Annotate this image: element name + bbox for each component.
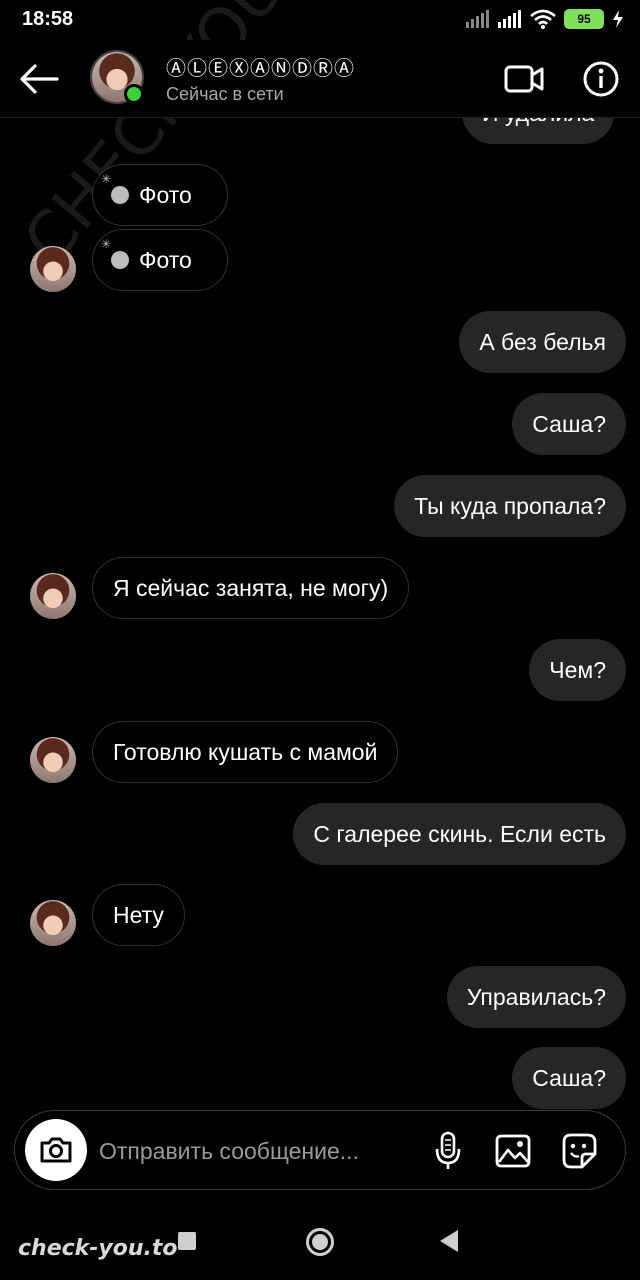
sticker-icon [562, 1133, 597, 1169]
signal-icon-2 [498, 10, 521, 28]
message-text: Саша? [532, 1064, 606, 1091]
microphone-button[interactable] [431, 1129, 465, 1173]
message-incoming-photo[interactable]: Фото [92, 229, 228, 291]
recent-apps-button[interactable] [178, 1232, 196, 1250]
message-text: Фото [139, 181, 192, 208]
home-button[interactable] [306, 1228, 334, 1256]
message-outgoing[interactable]: Ты куда пропала? [394, 475, 626, 537]
message-composer [14, 1110, 626, 1190]
message-text: Я сейчас занята, не могу) [113, 574, 389, 601]
sender-avatar[interactable] [30, 737, 76, 783]
wifi-icon [530, 9, 556, 29]
message-incoming[interactable]: Нету [92, 884, 185, 946]
status-time: 18:58 [22, 8, 74, 30]
battery-indicator: 95 [564, 9, 604, 29]
photo-icon [101, 172, 129, 204]
online-indicator [124, 84, 144, 104]
camera-icon [40, 1137, 72, 1163]
info-button[interactable] [576, 56, 626, 102]
contact-name[interactable]: ⒶⓁⒺⓍⒶⓃⒹⓇⒶ [166, 52, 355, 81]
message-outgoing[interactable]: С галерее скинь. Если есть [293, 803, 626, 865]
chat-header: ⒶⓁⒺⓍⒶⓃⒹⓇⒶ Сейчас в сети [0, 40, 640, 118]
message-incoming-photo[interactable]: Фото [92, 164, 228, 226]
microphone-icon [435, 1131, 461, 1169]
message-text: С галерее скинь. Если есть [313, 820, 606, 847]
gallery-button[interactable] [493, 1131, 533, 1171]
video-call-icon [504, 65, 544, 93]
message-text: А без белья [479, 328, 606, 355]
message-text: Чем? [549, 656, 606, 683]
charging-icon [613, 10, 623, 28]
message-text: Готовлю кушать с мамой [113, 738, 378, 765]
message-outgoing[interactable]: А без белья [459, 311, 626, 373]
message-outgoing[interactable]: Чем? [529, 639, 626, 701]
message-text: Управилась? [466, 983, 606, 1010]
signal-icon [466, 10, 489, 28]
sticker-button[interactable] [559, 1131, 599, 1171]
back-button[interactable] [14, 58, 64, 100]
camera-button[interactable] [25, 1119, 87, 1181]
message-incoming[interactable]: Я сейчас занята, не могу) [92, 557, 410, 619]
message-text: Саша? [532, 410, 606, 437]
sender-avatar[interactable] [30, 573, 76, 619]
message-text: Нету [113, 901, 164, 928]
message-incoming[interactable]: Готовлю кушать с мамой [92, 721, 399, 783]
system-back-button[interactable] [440, 1230, 458, 1252]
status-bar: 18:58 95 [0, 0, 640, 40]
message-text: Ты куда пропала? [414, 492, 606, 519]
contact-status: Сейчас в сети [166, 84, 284, 104]
message-text: Фото [139, 246, 192, 273]
message-input[interactable] [99, 1131, 419, 1171]
message-outgoing[interactable]: Саша? [512, 393, 626, 455]
status-icons: 95 [466, 9, 624, 29]
sender-avatar[interactable] [30, 900, 76, 946]
sender-avatar[interactable] [30, 246, 76, 292]
back-arrow-icon [20, 64, 59, 94]
info-icon [583, 61, 619, 97]
message-outgoing[interactable]: Саша? [512, 1047, 626, 1109]
watermark-bottom: check-you.to [18, 1236, 178, 1261]
photo-icon [101, 237, 129, 269]
gallery-icon [495, 1134, 531, 1168]
message-outgoing[interactable]: Управилась? [446, 966, 626, 1028]
video-call-button[interactable] [500, 58, 548, 100]
